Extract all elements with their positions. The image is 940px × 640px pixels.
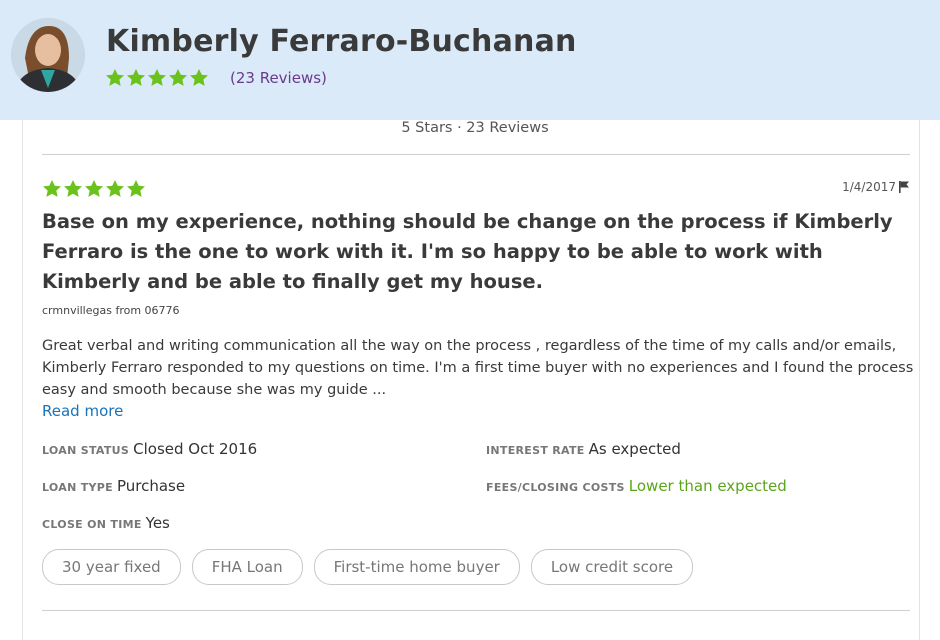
- flag-icon[interactable]: [899, 181, 910, 193]
- review-body: Great verbal and writing communication a…: [42, 338, 914, 398]
- review-date-text: 1/4/2017: [842, 180, 896, 194]
- avatar-image: [11, 18, 85, 92]
- fees-closing-costs: FEES/CLOSING COSTS Lower than expected: [486, 477, 787, 495]
- interest-rate-value: As expected: [588, 440, 681, 458]
- rating-summary: 5 Stars · 23 Reviews: [401, 120, 549, 136]
- close-on-time-value: Yes: [145, 514, 170, 532]
- fees-value: Lower than expected: [628, 477, 787, 495]
- tag-30-year-fixed[interactable]: 30 year fixed: [42, 549, 181, 585]
- interest-rate-label: INTEREST RATE: [486, 444, 585, 457]
- interest-rate: INTEREST RATE As expected: [486, 440, 681, 458]
- loan-tags: 30 year fixed FHA Loan First-time home b…: [42, 549, 694, 585]
- star-icon: [64, 180, 82, 197]
- star-icon: [127, 69, 145, 86]
- review-rating-stars: [42, 179, 146, 199]
- star-icon: [148, 69, 166, 86]
- loan-type-label: LOAN TYPE: [42, 481, 113, 494]
- tag-low-credit-score[interactable]: Low credit score: [530, 549, 694, 585]
- review-title: Base on my experience, nothing should be…: [42, 210, 893, 293]
- profile-header: Kimberly Ferraro-Buchanan (23 Reviews): [0, 0, 940, 120]
- tag-first-time-home-buyer[interactable]: First-time home buyer: [313, 549, 520, 585]
- review-date: 1/4/2017: [842, 180, 910, 194]
- star-icon: [127, 180, 145, 197]
- star-icon: [106, 69, 124, 86]
- avatar[interactable]: [11, 18, 85, 92]
- divider: [42, 610, 910, 611]
- tag-fha-loan[interactable]: FHA Loan: [191, 549, 303, 585]
- loan-type: LOAN TYPE Purchase: [42, 477, 185, 495]
- star-icon: [43, 180, 61, 197]
- star-icon: [190, 69, 208, 86]
- fees-label: FEES/CLOSING COSTS: [486, 481, 625, 494]
- star-icon: [85, 180, 103, 197]
- divider: [42, 154, 910, 155]
- star-icon: [106, 180, 124, 197]
- loan-type-value: Purchase: [116, 477, 186, 495]
- star-icon: [169, 69, 187, 86]
- close-on-time: CLOSE ON TIME Yes: [42, 514, 170, 532]
- rating-stars: [105, 68, 209, 88]
- loan-status: LOAN STATUS Closed Oct 2016: [42, 440, 257, 458]
- close-on-time-label: CLOSE ON TIME: [42, 518, 142, 531]
- loan-officer-name: Kimberly Ferraro-Buchanan: [106, 24, 577, 59]
- read-more-link[interactable]: Read more: [42, 402, 123, 420]
- loan-status-value: Closed Oct 2016: [133, 440, 258, 458]
- loan-status-label: LOAN STATUS: [42, 444, 130, 457]
- reviews-count-link[interactable]: (23 Reviews): [230, 69, 327, 87]
- reviewer-info: crmnvillegas from 06776: [42, 304, 180, 317]
